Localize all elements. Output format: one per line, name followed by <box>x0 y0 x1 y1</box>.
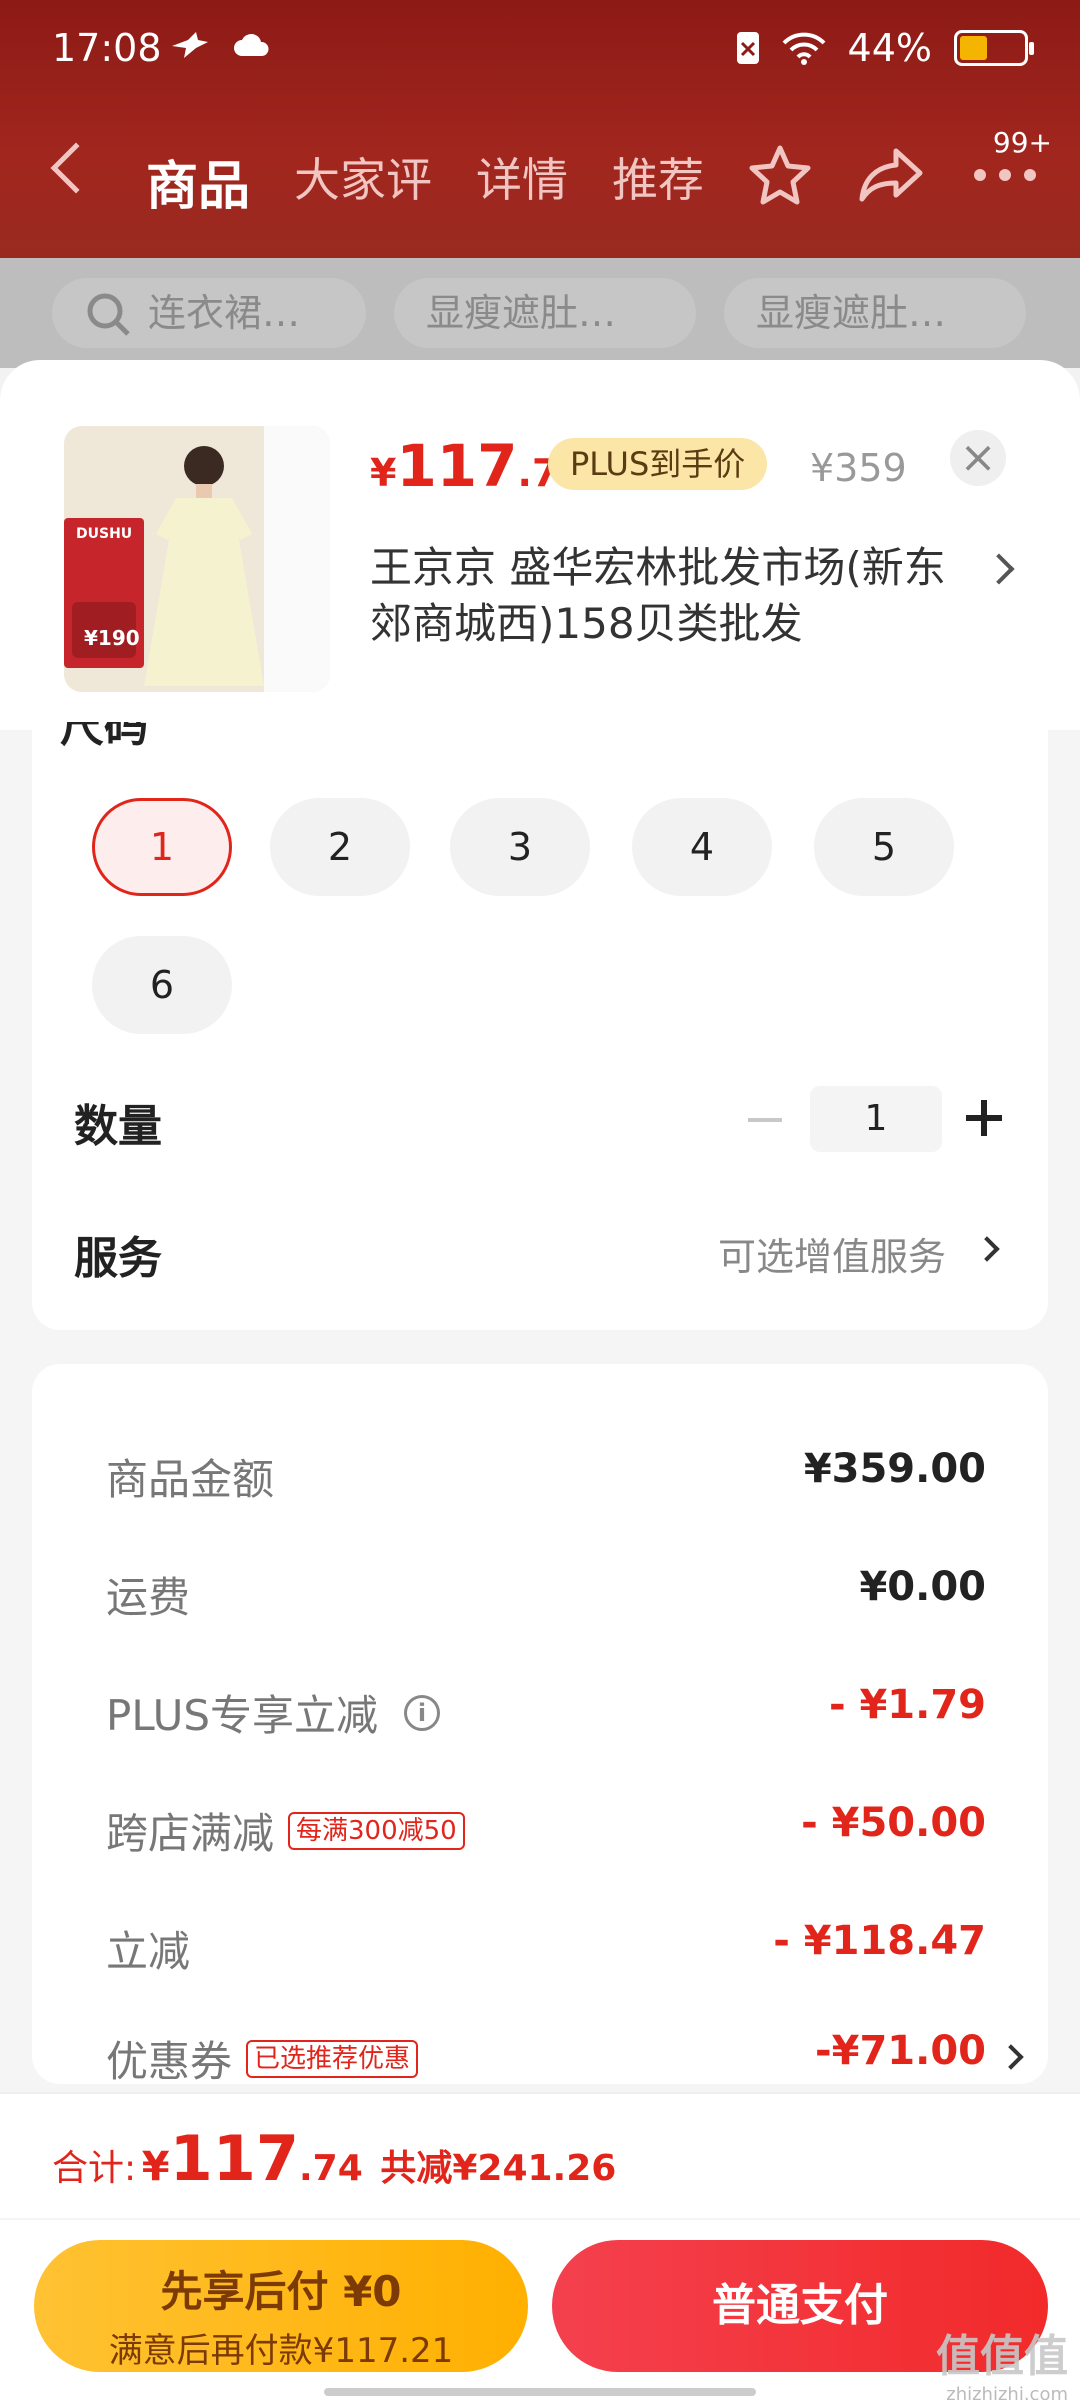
service-selector[interactable]: 可选增值服务 <box>718 1226 946 1281</box>
original-price: ¥359 <box>810 446 907 490</box>
summary-label-with-tag: 跨店满减 每满300减50 <box>106 1800 465 1861</box>
price-summary-card: 商品金额 ¥359.00 运费 ¥0.00 PLUS专享立减 i - ¥1.79 … <box>32 1364 1048 2086</box>
summary-label: 运费 <box>106 1573 191 1622</box>
tab-recommend[interactable]: 推荐 <box>612 144 704 219</box>
coupon-row[interactable]: 优惠券 已选推荐优惠 -¥71.00 <box>106 2028 1026 2088</box>
summary-value: - ¥118.47 <box>773 1918 986 1964</box>
status-notification-icons <box>170 30 272 60</box>
watermark-subtext: zhizhizhi.com <box>946 2384 1068 2400</box>
service-label: 服务 <box>74 1233 162 1284</box>
summary-label: 立减 <box>106 1927 191 1976</box>
payment-actions: 先享后付 ¥0 满意后再付款¥117.21 普通支付 值值值 zhizhizhi… <box>0 2220 1080 2400</box>
quantity-label: 数量 <box>74 1101 162 1152</box>
total-amount: 合计: ¥117.74 共减¥241.26 <box>52 2122 616 2195</box>
summary-row: 跨店满减 每满300减50 - ¥50.00 <box>106 1800 986 1860</box>
total-bar: 合计: ¥117.74 共减¥241.26 <box>0 2092 1080 2218</box>
quantity-input[interactable]: 1 <box>810 1086 942 1152</box>
cloud-icon <box>234 33 269 56</box>
close-icon: × <box>959 432 997 483</box>
price-currency-symbol: ¥ <box>370 451 397 495</box>
size-option-5[interactable]: 5 <box>814 798 954 896</box>
search-icon <box>87 293 130 336</box>
total-label: 合计: <box>52 2148 137 2189</box>
summary-label: 商品金额 <box>106 1455 275 1504</box>
coupon-tag: 已选推荐优惠 <box>246 2039 419 2078</box>
summary-value: -¥71.00 <box>815 2028 986 2074</box>
battery-percent: 44% <box>847 26 932 70</box>
total-currency-symbol: ¥ <box>141 2144 170 2190</box>
summary-value: ¥0.00 <box>859 1564 986 1610</box>
size-option-6[interactable]: 6 <box>92 936 232 1034</box>
search-chip[interactable]: 显瘦遮肚… <box>394 278 696 348</box>
summary-label: PLUS专享立减 <box>106 1691 379 1740</box>
summary-row: 立减 - ¥118.47 <box>106 1918 986 1978</box>
more-icon[interactable] <box>970 165 1040 185</box>
pay-later-button[interactable]: 先享后付 ¥0 满意后再付款¥117.21 <box>34 2240 528 2372</box>
product-nav-bar: 商品 大家评 详情 推荐 99+ <box>0 126 1080 220</box>
price-integer: 117 <box>396 432 518 500</box>
size-option-4[interactable]: 4 <box>632 798 772 896</box>
product-thumbnail[interactable]: DUSHU ¥190 <box>64 426 330 692</box>
back-arrow-icon[interactable] <box>50 142 102 194</box>
total-integer: 117 <box>169 2122 299 2195</box>
dress-image-icon <box>64 426 330 692</box>
nav-tabs: 商品 大家评 详情 推荐 <box>146 144 704 219</box>
pay-later-subtitle: 满意后再付款¥117.21 <box>108 2331 454 2371</box>
bird-icon <box>172 32 208 58</box>
tab-reviews[interactable]: 大家评 <box>294 144 432 219</box>
promotion-tag: 每满300减50 <box>288 1811 465 1850</box>
shop-name-link[interactable]: 王京京 盛华宏林批发市场(新东郊商城西)158贝类批发 <box>370 540 980 652</box>
chevron-right-icon <box>998 2044 1024 2070</box>
status-system-icons: 44% <box>736 26 1034 70</box>
search-chip-label: 显瘦遮肚… <box>426 291 617 335</box>
battery-icon <box>954 30 1034 66</box>
share-icon[interactable] <box>858 147 924 203</box>
wifi-icon <box>782 32 825 65</box>
quantity-increase-button[interactable] <box>966 1100 1002 1136</box>
summary-label-with-info: PLUS专享立减 i <box>106 1682 441 1743</box>
pay-later-title: 先享后付 ¥0 <box>160 2267 402 2316</box>
tab-product[interactable]: 商品 <box>146 144 250 219</box>
watermark-logo: 值值值 zhizhizhi.com <box>936 2320 1068 2400</box>
total-decimal: .74 <box>298 2148 363 2189</box>
search-suggestion-row: 连衣裙… 显瘦遮肚… 显瘦遮肚… <box>0 258 1080 368</box>
summary-label: 跨店满减 <box>106 1809 275 1858</box>
size-option-1[interactable]: 1 <box>92 798 232 896</box>
summary-value: - ¥50.00 <box>801 1800 986 1846</box>
summary-label-with-tag: 优惠券 已选推荐优惠 <box>106 2028 419 2089</box>
search-chip-label: 连衣裙… <box>148 291 301 335</box>
watermark-text: 值值值 <box>936 2331 1068 2382</box>
summary-row: 商品金额 ¥359.00 <box>106 1446 986 1506</box>
total-saved: 共减¥241.26 <box>380 2148 617 2189</box>
close-button[interactable]: × <box>950 430 1006 486</box>
thumbnail-price-badge: ¥190 <box>84 626 140 650</box>
summary-label: 优惠券 <box>106 2037 233 2086</box>
tab-details[interactable]: 详情 <box>476 144 568 219</box>
home-indicator[interactable] <box>324 2388 756 2396</box>
search-chip-label: 显瘦遮肚… <box>756 291 947 335</box>
thumbnail-brand-logo: DUSHU <box>76 526 133 542</box>
chevron-right-icon <box>983 553 1015 585</box>
status-bar: 17:08 44% <box>0 0 1080 100</box>
sim-off-icon <box>736 32 759 64</box>
summary-value: - ¥1.79 <box>828 1682 986 1728</box>
star-icon[interactable] <box>748 144 812 206</box>
quantity-decrease-button[interactable] <box>748 1118 782 1122</box>
search-chip[interactable]: 显瘦遮肚… <box>724 278 1026 348</box>
size-option-2[interactable]: 2 <box>270 798 410 896</box>
summary-row: 运费 ¥0.00 <box>106 1564 986 1624</box>
summary-row: PLUS专享立减 i - ¥1.79 <box>106 1682 986 1742</box>
message-count-badge: 99+ <box>992 126 1052 159</box>
size-option-3[interactable]: 3 <box>450 798 590 896</box>
status-time: 17:08 <box>52 26 162 70</box>
size-section-label: 尺码 <box>60 722 148 752</box>
search-chip[interactable]: 连衣裙… <box>52 278 366 348</box>
product-header: DUSHU ¥190 ¥117.74 PLUS到手价 ¥359 × 王京京 盛华… <box>0 360 1080 730</box>
summary-value: ¥359.00 <box>803 1446 986 1492</box>
info-icon[interactable]: i <box>404 1694 441 1731</box>
purchase-bottom-sheet: DUSHU ¥190 ¥117.74 PLUS到手价 ¥359 × 王京京 盛华… <box>0 360 1080 2400</box>
plus-price-tag: PLUS到手价 <box>548 438 768 490</box>
